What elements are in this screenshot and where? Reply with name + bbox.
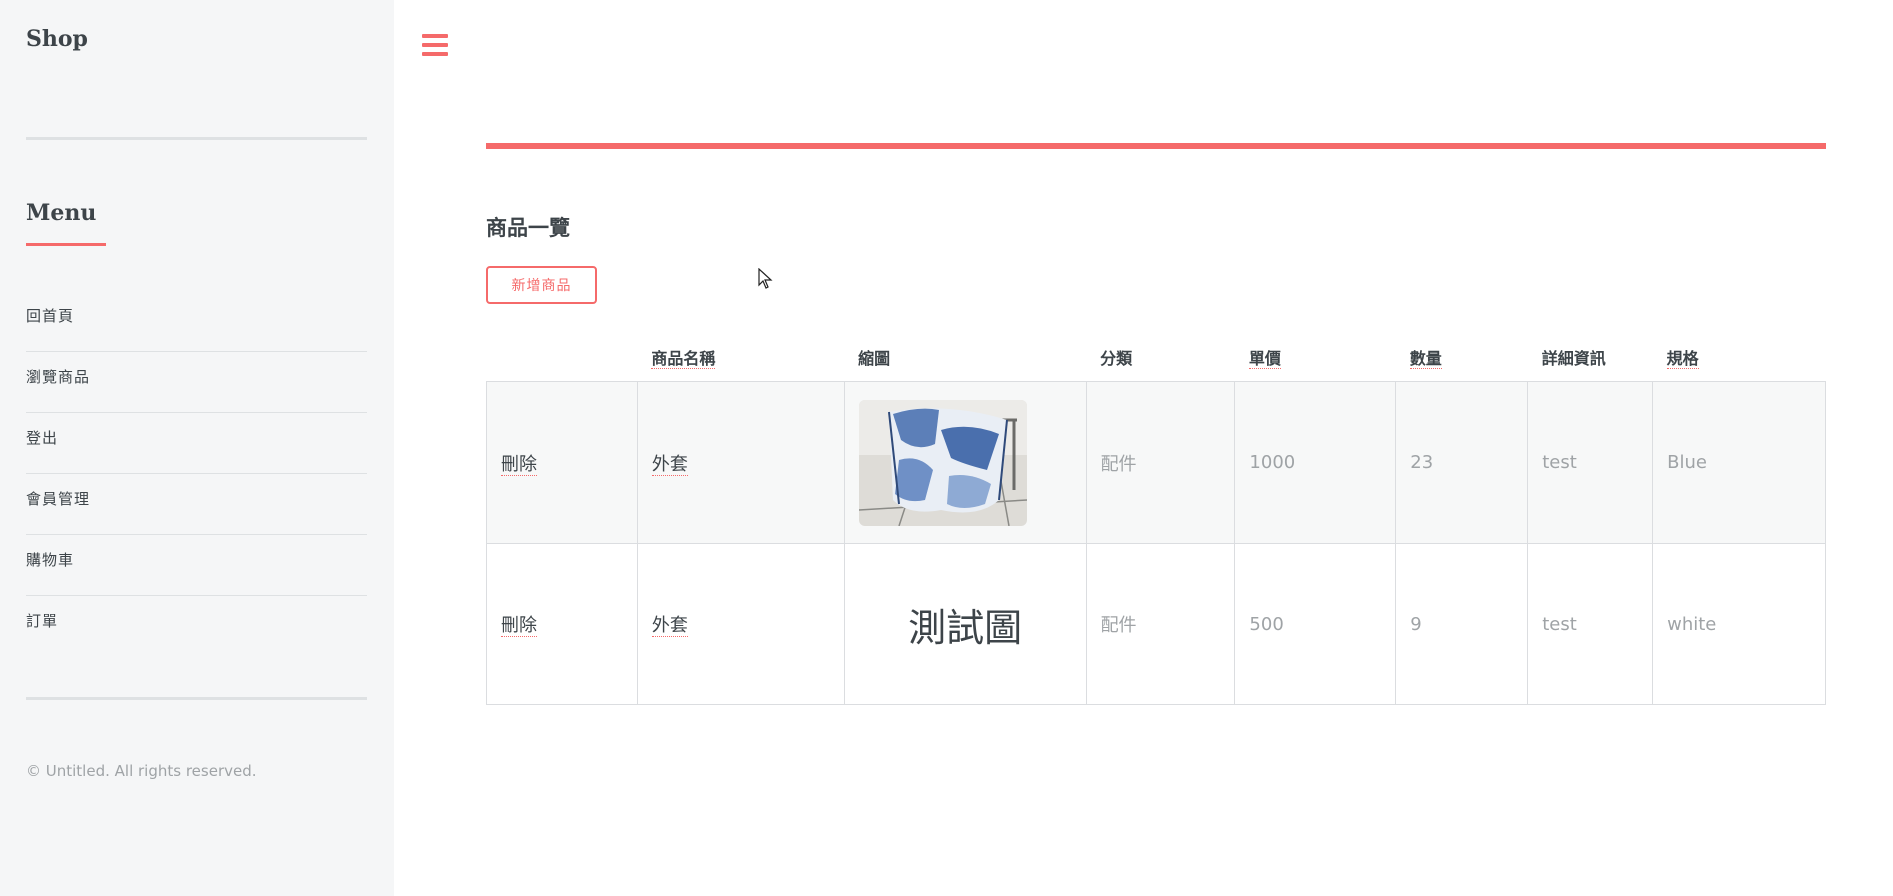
column-header-action (487, 333, 638, 382)
cell-spec: white (1652, 543, 1826, 705)
menu-heading-underline (26, 243, 106, 246)
page-title: 商品一覽 (486, 216, 570, 240)
cell-thumbnail: 測試圖 (843, 543, 1087, 705)
add-product-button[interactable]: 新增商品 (486, 266, 597, 304)
hamburger-icon[interactable] (418, 32, 452, 60)
sidebar-link-cart[interactable]: 購物車 (26, 535, 367, 570)
cell-action: 刪除 (486, 381, 638, 544)
brand-title[interactable]: Shop (26, 26, 88, 52)
sidebar-item-members: 會員管理 (26, 474, 367, 535)
cell-category: 配件 (1085, 543, 1236, 705)
column-header-thumbnail: 縮圖 (858, 349, 891, 368)
column-header-name[interactable]: 商品名稱 (637, 333, 844, 382)
cell-action: 刪除 (486, 543, 638, 705)
sidebar-link-browse[interactable]: 瀏覽商品 (26, 352, 367, 387)
sidebar-link-members[interactable]: 會員管理 (26, 474, 367, 509)
mouse-cursor-icon (758, 268, 773, 289)
sidebar-item-home: 回首頁 (26, 291, 367, 352)
cell-price: 500 (1234, 543, 1397, 705)
copyright-text: © Untitled. All rights reserved. (26, 762, 257, 780)
cell-detail: test (1527, 543, 1654, 705)
sidebar-divider (26, 697, 367, 700)
column-header-category: 分類 (1100, 349, 1133, 368)
product-thumbnail-image (858, 399, 1027, 526)
cell-name: 外套 (636, 543, 845, 705)
cell-thumbnail (843, 381, 1087, 544)
table-row: 刪除 外套 配件 1000 23 test Blue (486, 381, 1826, 544)
column-header-price[interactable]: 單價 (1235, 333, 1396, 382)
column-header-detail: 詳細資訊 (1541, 349, 1606, 368)
column-header-spec[interactable]: 規格 (1653, 333, 1826, 382)
table-row: 刪除 外套 測試圖 配件 500 9 test white (486, 543, 1826, 705)
delete-link[interactable]: 刪除 (501, 615, 537, 637)
menu-heading: Menu (26, 200, 97, 226)
cell-price: 1000 (1234, 381, 1397, 544)
sidebar-link-logout[interactable]: 登出 (26, 413, 367, 448)
cell-detail: test (1527, 381, 1654, 544)
cell-category: 配件 (1085, 381, 1236, 544)
cell-quantity: 23 (1395, 381, 1529, 544)
sidebar-menu: 回首頁 瀏覽商品 登出 會員管理 購物車 訂單 (26, 291, 367, 657)
thumbnail-alt-text: 測試圖 (908, 605, 1023, 650)
product-name-link[interactable]: 外套 (651, 615, 688, 637)
table-header-row: 商品名稱 縮圖 分類 單價 數量 詳細資訊 規格 (487, 333, 1826, 382)
column-header-quantity[interactable]: 數量 (1396, 333, 1528, 382)
sidebar-item-logout: 登出 (26, 413, 367, 474)
cell-spec: Blue (1652, 381, 1826, 544)
sidebar-item-orders: 訂單 (26, 596, 367, 657)
product-name-link[interactable]: 外套 (651, 453, 688, 476)
product-table: 商品名稱 縮圖 分類 單價 數量 詳細資訊 規格 刪除 外套 配件 1000 2… (486, 333, 1826, 705)
sidebar-item-cart: 購物車 (26, 535, 367, 596)
sidebar-link-orders[interactable]: 訂單 (26, 596, 367, 631)
sidebar-item-browse: 瀏覽商品 (26, 352, 367, 413)
delete-link[interactable]: 刪除 (501, 453, 537, 476)
sidebar-divider (26, 137, 367, 140)
sidebar-link-home[interactable]: 回首頁 (26, 291, 367, 326)
header-rule (486, 143, 1826, 149)
cell-quantity: 9 (1395, 543, 1529, 705)
cell-name: 外套 (636, 381, 845, 544)
sidebar: Shop Menu 回首頁 瀏覽商品 登出 會員管理 購物車 訂單 © Unti… (0, 0, 394, 896)
